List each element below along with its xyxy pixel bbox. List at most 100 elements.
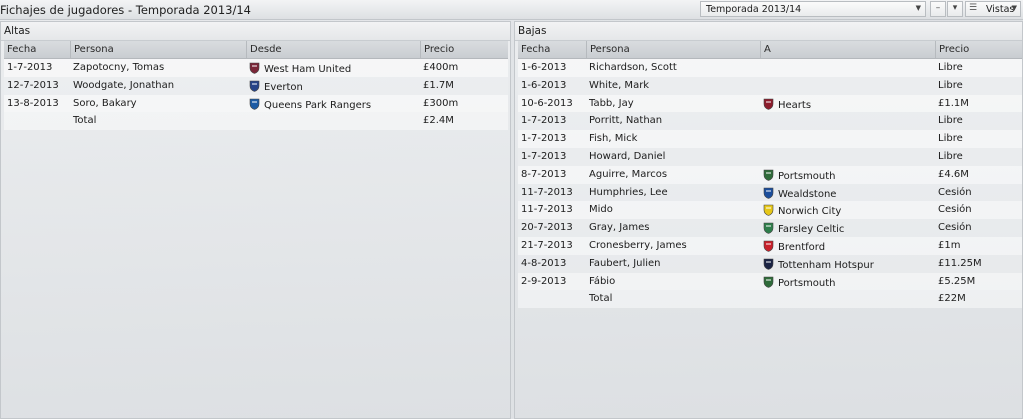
- player-link[interactable]: Fábio: [586, 273, 760, 291]
- club-link[interactable]: Brentford: [760, 237, 935, 255]
- table-row[interactable]: 1-7-2013 Fish, Mick Libre: [518, 130, 1022, 148]
- player-link-text: Mido: [589, 204, 613, 216]
- club-link[interactable]: Tottenham Hotspur: [760, 255, 935, 273]
- player-link-text: Soro, Bakary: [73, 97, 137, 109]
- club-link[interactable]: Portsmouth: [760, 166, 935, 184]
- player-link[interactable]: Humphries, Lee: [586, 184, 760, 202]
- cell-precio-text: Cesión: [938, 204, 972, 216]
- table-row[interactable]: 12-7-2013 Woodgate, Jonathan Everton £1.7M: [4, 76, 508, 95]
- club-link[interactable]: Everton: [246, 77, 420, 95]
- views-button[interactable]: ☰ Vistas ▼: [965, 1, 1021, 17]
- table-row[interactable]: 21-7-2013 Cronesberry, James Brentford £1m: [518, 236, 1022, 255]
- player-link[interactable]: Soro, Bakary: [70, 95, 246, 113]
- cell-precio: Libre: [935, 148, 1022, 166]
- club-link[interactable]: [760, 77, 935, 95]
- player-link[interactable]: Tabb, Jay: [586, 95, 760, 113]
- table-row[interactable]: 11-7-2013 Humphries, Lee Wealdstone Cesión: [518, 183, 1022, 202]
- cell-fecha: 10-6-2013: [518, 95, 586, 113]
- club-link[interactable]: Wealdstone: [760, 184, 935, 202]
- player-link-text: Cronesberry, James: [589, 239, 687, 251]
- club-link[interactable]: Portsmouth: [760, 273, 935, 291]
- player-link[interactable]: Mido: [586, 201, 760, 219]
- table-row[interactable]: 11-7-2013 Mido Norwich City Cesión: [518, 201, 1022, 220]
- table-row[interactable]: 1-6-2013 Richardson, Scott Libre: [518, 59, 1022, 77]
- cell-fecha: 1-7-2013: [518, 112, 586, 130]
- table-row[interactable]: 1-7-2013 Zapotocny, Tomas West Ham United £…: [4, 59, 508, 77]
- bajas-table: Fecha Persona A Precio 1-6-2013 Richardso…: [518, 41, 1022, 309]
- cell-fecha: 11-7-2013: [518, 201, 586, 219]
- column-header-fecha[interactable]: Fecha: [518, 41, 586, 58]
- cell-precio: £5.25M: [935, 273, 1022, 291]
- player-link-text: Aguirre, Marcos: [589, 168, 668, 180]
- club-link[interactable]: [760, 112, 935, 130]
- table-row[interactable]: 10-6-2013 Tabb, Jay Hearts £1.1M: [518, 94, 1022, 113]
- player-link[interactable]: Aguirre, Marcos: [586, 166, 760, 184]
- table-row[interactable]: 13-8-2013 Soro, Bakary Queens Park Rangers…: [4, 94, 508, 113]
- column-header-fecha[interactable]: Fecha: [4, 41, 70, 58]
- cell-fecha-text: 1-7-2013: [521, 150, 567, 162]
- cell-precio: £4.6M: [935, 166, 1022, 184]
- column-header-a[interactable]: A: [760, 41, 935, 58]
- club-link[interactable]: [760, 59, 935, 77]
- player-link[interactable]: Gray, James: [586, 219, 760, 237]
- cell-precio-text: £400m: [423, 62, 459, 73]
- club-link-text: Brentford: [778, 241, 826, 253]
- title-bar: Fichajes de jugadores - Temporada 2013/1…: [0, 0, 1023, 20]
- cell-fecha-text: 1-6-2013: [521, 79, 567, 91]
- bajas-table-header: Fecha Persona A Precio: [518, 41, 1022, 59]
- table-row[interactable]: 1-6-2013 White, Mark Libre: [518, 76, 1022, 95]
- table-row[interactable]: 20-7-2013 Gray, James Farsley Celtic Cesión: [518, 219, 1022, 237]
- options-button[interactable]: ▾: [947, 1, 963, 17]
- total-value: £2.4M: [423, 115, 454, 127]
- hearts-crest-icon: [763, 98, 774, 110]
- player-link[interactable]: Zapotocny, Tomas: [70, 59, 246, 77]
- table-row[interactable]: 4-8-2013 Faubert, Julien Tottenham Hotspur…: [518, 254, 1022, 273]
- player-link-text: Gray, James: [589, 222, 650, 234]
- player-link[interactable]: Howard, Daniel: [586, 148, 760, 166]
- column-header-desde[interactable]: Desde: [246, 41, 420, 58]
- column-header-precio[interactable]: Precio: [420, 41, 508, 58]
- table-row[interactable]: 8-7-2013 Aguirre, Marcos Portsmouth £4.6M: [518, 165, 1022, 184]
- club-link[interactable]: Hearts: [760, 95, 935, 113]
- cell-fecha-text: 12-7-2013: [7, 79, 59, 91]
- club-link[interactable]: [760, 130, 935, 148]
- cell-fecha-text: 2-9-2013: [521, 275, 567, 287]
- farsley-crest-icon: [763, 222, 774, 234]
- column-header-persona[interactable]: Persona: [586, 41, 760, 58]
- player-link[interactable]: White, Mark: [586, 77, 760, 95]
- club-link[interactable]: West Ham United: [246, 59, 420, 77]
- column-header-persona[interactable]: Persona: [70, 41, 246, 58]
- cell-fecha: 13-8-2013: [4, 95, 70, 113]
- qpr-crest-icon: [249, 98, 260, 110]
- altas-panel: Altas Fecha Persona Desde Precio 1-7-201…: [0, 21, 511, 419]
- views-label: Vistas: [986, 4, 1015, 15]
- club-link[interactable]: Queens Park Rangers: [246, 95, 420, 113]
- westham-crest-icon: [249, 62, 260, 74]
- player-link[interactable]: Faubert, Julien: [586, 255, 760, 273]
- player-link[interactable]: Cronesberry, James: [586, 237, 760, 255]
- season-dropdown[interactable]: Temporada 2013/14 ▼: [700, 1, 926, 17]
- club-link-text: Everton: [264, 81, 303, 93]
- collapse-button[interactable]: –: [930, 1, 946, 17]
- club-link[interactable]: Farsley Celtic: [760, 219, 935, 237]
- player-link[interactable]: Fish, Mick: [586, 130, 760, 148]
- cell-fecha: 2-9-2013: [518, 273, 586, 291]
- portsmouth-crest-icon: [763, 169, 774, 181]
- column-header-precio[interactable]: Precio: [935, 41, 1022, 58]
- player-link-text: Humphries, Lee: [589, 186, 668, 198]
- club-link-text: Farsley Celtic: [778, 224, 845, 236]
- cell-precio: £1.7M: [420, 77, 508, 95]
- table-row[interactable]: 1-7-2013 Howard, Daniel Libre: [518, 147, 1022, 166]
- player-link[interactable]: Richardson, Scott: [586, 59, 760, 77]
- player-link[interactable]: Woodgate, Jonathan: [70, 77, 246, 95]
- cell-fecha-text: 1-7-2013: [521, 115, 567, 127]
- cell-precio-text: £1.7M: [423, 79, 454, 91]
- table-row[interactable]: 2-9-2013 Fábio Portsmouth £5.25M: [518, 272, 1022, 291]
- wealdstone-crest-icon: [763, 187, 774, 199]
- club-link[interactable]: [760, 148, 935, 166]
- club-link[interactable]: Norwich City: [760, 201, 935, 219]
- cell-precio-text: Libre: [938, 150, 963, 162]
- player-link[interactable]: Porritt, Nathan: [586, 112, 760, 130]
- table-row[interactable]: 1-7-2013 Porritt, Nathan Libre: [518, 112, 1022, 131]
- cell-fecha: 1-6-2013: [518, 59, 586, 77]
